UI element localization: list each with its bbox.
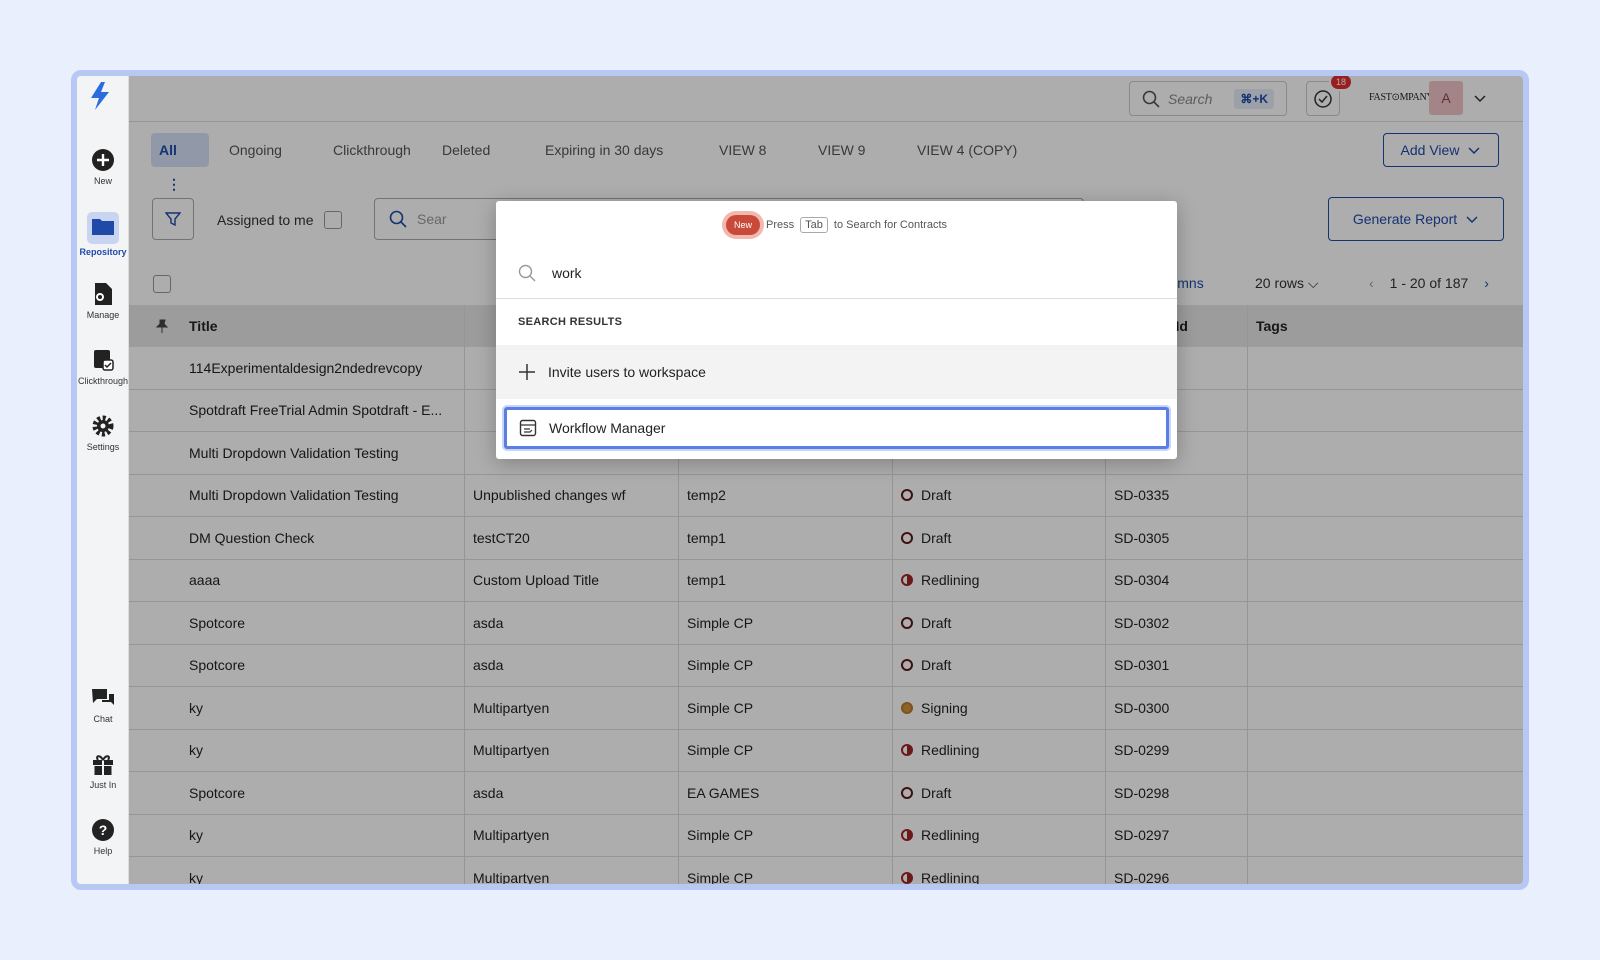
- workflow-icon: [519, 419, 537, 437]
- sidebar: New Repository Manage Clickthrough Setti…: [77, 76, 129, 884]
- plus-circle-icon: [92, 149, 114, 171]
- gear-icon: [92, 415, 114, 437]
- palette-hint: New Press Tab to Search for Contracts: [496, 215, 1177, 235]
- tab-key: Tab: [800, 217, 828, 233]
- hint-press: Press: [766, 219, 795, 231]
- sidebar-item-manage[interactable]: Manage: [77, 282, 129, 320]
- help-icon: ?: [92, 819, 114, 841]
- folder-icon: [92, 219, 114, 235]
- sidebar-item-label: Help: [93, 846, 113, 856]
- sidebar-item-label: Repository: [79, 247, 127, 257]
- modal-overlay[interactable]: [129, 76, 1523, 884]
- sidebar-item-label: Manage: [86, 310, 120, 320]
- plus-icon: [519, 364, 535, 380]
- command-palette: New Press Tab to Search for Contracts wo…: [496, 201, 1177, 459]
- hint-text: to Search for Contracts: [833, 219, 947, 231]
- sidebar-item-new[interactable]: New: [77, 148, 129, 186]
- app-window: New Repository Manage Clickthrough Setti…: [71, 70, 1529, 890]
- result-workflow-manager[interactable]: Workflow Manager: [504, 407, 1169, 449]
- sidebar-item-label: Clickthrough: [77, 376, 129, 386]
- gift-icon: [93, 755, 113, 775]
- result-invite-users[interactable]: Invite users to workspace: [496, 345, 1177, 399]
- sidebar-item-just-in[interactable]: Just In: [77, 752, 129, 790]
- sidebar-item-help[interactable]: ? Help: [77, 818, 129, 856]
- sidebar-item-label: Chat: [93, 714, 113, 724]
- svg-text:?: ?: [99, 822, 108, 838]
- sidebar-item-label: Just In: [89, 780, 117, 790]
- app-logo: [91, 82, 109, 110]
- search-icon: [518, 264, 536, 281]
- chat-icon: [92, 689, 114, 705]
- manage-icon: [95, 283, 112, 305]
- result-label: Invite users to workspace: [548, 364, 706, 380]
- sidebar-item-label: Settings: [86, 442, 120, 452]
- main-content: Search ⌘+K 18 FAST⊙MPANY A All ⋮ Ongoing…: [129, 76, 1523, 884]
- sidebar-item-clickthrough[interactable]: Clickthrough: [77, 348, 129, 386]
- sidebar-item-settings[interactable]: Settings: [77, 414, 129, 452]
- palette-search-input[interactable]: work: [496, 247, 1177, 299]
- sidebar-item-label: New: [93, 176, 112, 186]
- palette-query: work: [552, 264, 582, 281]
- sidebar-item-chat[interactable]: Chat: [77, 686, 129, 724]
- search-results-heading: SEARCH RESULTS: [518, 316, 623, 328]
- clickthrough-icon: [94, 350, 114, 371]
- sidebar-item-repository[interactable]: Repository: [77, 212, 129, 257]
- new-badge: New: [726, 215, 761, 235]
- result-label: Workflow Manager: [549, 420, 666, 436]
